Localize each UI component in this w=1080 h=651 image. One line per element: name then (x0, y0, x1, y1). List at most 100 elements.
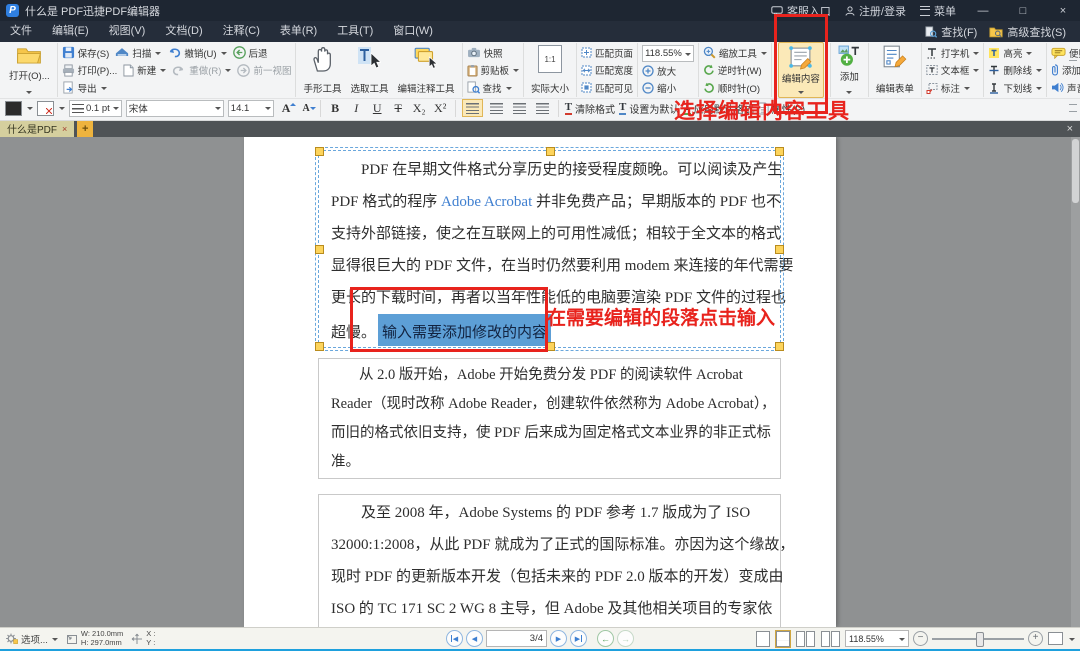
fullscreen-button[interactable] (1047, 631, 1064, 646)
maximize-button[interactable]: □ (1010, 5, 1036, 17)
paragraph-block[interactable]: 及至 2008 年，Adobe Systems 的 PDF 参考 1.7 版成为… (318, 494, 781, 627)
previous-view-button[interactable]: ← (597, 630, 614, 647)
export-button[interactable]: 导出 (62, 80, 107, 95)
menu-comment[interactable]: 注释(C) (213, 21, 270, 42)
next-page-button[interactable]: ▶ (550, 630, 567, 647)
options-button[interactable]: 选项... (5, 632, 58, 646)
select-tool-button[interactable]: 选取工具 (347, 43, 391, 97)
menu-window[interactable]: 窗口(W) (383, 21, 443, 42)
sound-button[interactable]: 声音 (1051, 80, 1080, 95)
zoom-out-minus-button[interactable]: − (913, 631, 928, 646)
print-button[interactable]: 打印(P)... (62, 63, 118, 78)
align-justify-button[interactable] (533, 100, 552, 116)
login-button[interactable]: 注册/登录 (845, 3, 906, 19)
redo-button[interactable]: 重做(R) (172, 63, 231, 78)
selection-handle[interactable] (775, 342, 784, 351)
add-button[interactable]: 添加 (835, 43, 864, 97)
underline-button[interactable]: U (369, 99, 386, 117)
hand-tool-button[interactable]: 手形工具 (300, 43, 344, 97)
zoom-in-button[interactable]: 放大 (642, 64, 694, 79)
tabbar-close-button[interactable]: × (1060, 120, 1080, 137)
fit-page-button[interactable]: 匹配页面 (581, 45, 633, 60)
hyperlink-text[interactable]: Adobe Acrobat (441, 194, 532, 210)
find-tool-button[interactable]: 查找 (467, 80, 520, 95)
menu-tools[interactable]: 工具(T) (327, 21, 383, 42)
italic-button[interactable]: I (348, 99, 365, 117)
two-page-mode-button[interactable] (795, 630, 816, 648)
subscript-button[interactable]: X₂ (411, 99, 428, 117)
undo-button[interactable]: 撤销(U) (167, 45, 226, 60)
highlight-button[interactable]: 高亮 (988, 45, 1042, 60)
align-right-button[interactable] (510, 100, 529, 116)
menu-document[interactable]: 文档(D) (155, 21, 212, 42)
new-button[interactable]: 新建 (123, 63, 166, 78)
scan-button[interactable]: 扫描 (115, 45, 161, 60)
strikethrough-button[interactable]: T (390, 99, 407, 117)
zoom-level-select[interactable]: 118.55% (642, 45, 694, 62)
sticky-note-button[interactable]: 便贴 (1051, 45, 1080, 60)
find-button[interactable]: 查找(F) (925, 24, 977, 40)
document-tab[interactable]: 什么是PDF × (0, 120, 74, 137)
next-view-button[interactable]: → (617, 630, 634, 647)
continuous-mode-button[interactable] (775, 630, 791, 648)
close-button[interactable]: × (1050, 5, 1076, 17)
edit-annotation-tool-button[interactable]: 编辑注释工具 (395, 43, 458, 97)
menu-form[interactable]: 表单(R) (270, 21, 327, 42)
stroke-color-swatch[interactable] (37, 101, 54, 116)
single-page-mode-button[interactable] (755, 630, 771, 648)
zoom-in-plus-button[interactable]: + (1028, 631, 1043, 646)
callout-button[interactable]: 标注 (926, 80, 980, 95)
selection-handle[interactable] (315, 147, 324, 156)
selection-handle[interactable] (315, 245, 324, 254)
edit-content-button[interactable]: 编辑内容 (778, 42, 824, 98)
underline-button[interactable]: 下划线 (988, 80, 1042, 95)
selection-handle[interactable] (315, 342, 324, 351)
minimize-button[interactable]: — (970, 5, 996, 17)
set-default-button[interactable]: T设置为默认 (619, 101, 679, 116)
rotate-ccw-button[interactable]: 逆时针(W) (703, 63, 767, 78)
zoom-out-button[interactable]: 缩小 (642, 80, 694, 95)
previous-page-button[interactable]: ◀ (466, 630, 483, 647)
menu-view[interactable]: 视图(V) (99, 21, 156, 42)
clear-format-button[interactable]: T清除格式 (565, 101, 615, 116)
zoom-tool-button[interactable]: 缩放工具 (703, 45, 767, 60)
selection-handle[interactable] (546, 147, 555, 156)
menu-edit[interactable]: 编辑(E) (42, 21, 99, 42)
scrollbar-thumb[interactable] (1072, 139, 1079, 203)
advanced-find-button[interactable]: 高级查找(S) (989, 24, 1066, 40)
align-left-button[interactable] (462, 99, 483, 117)
first-page-button[interactable]: ◀ (446, 630, 463, 647)
selection-handle[interactable] (775, 147, 784, 156)
actual-size-button[interactable]: 1:1 实际大小 (528, 43, 572, 97)
fit-width-button[interactable]: 匹配宽度 (581, 63, 633, 78)
menu-button[interactable]: 菜单 (920, 3, 956, 19)
increase-font-button[interactable]: A (278, 101, 295, 116)
fit-visible-button[interactable]: 匹配可见 (581, 80, 633, 95)
zoom-slider-thumb[interactable] (976, 632, 984, 647)
strikeout-button[interactable]: 删除线 (988, 63, 1042, 78)
statusbar-zoom-select[interactable]: 118.55% (845, 630, 909, 647)
align-center-button[interactable] (487, 100, 506, 116)
textbox-button[interactable]: 文本框 (926, 63, 980, 78)
font-size-select[interactable]: 14.1 (228, 100, 274, 117)
snapshot-button[interactable]: 快照 (467, 45, 520, 60)
formatbar-overflow-icon[interactable] (1069, 104, 1077, 112)
clipboard-button[interactable]: 剪贴板 (467, 63, 520, 78)
menu-file[interactable]: 文件 (0, 21, 42, 42)
back-button[interactable]: 后退 (233, 45, 268, 60)
open-button[interactable]: 打开(O)... (6, 43, 53, 97)
decrease-font-button[interactable]: A (298, 103, 313, 114)
service-entry-button[interactable]: 客服入口 (771, 3, 831, 19)
edit-form-button[interactable]: 编辑表单 (873, 43, 917, 97)
zoom-slider[interactable] (932, 632, 1024, 645)
new-tab-button[interactable]: + (77, 121, 93, 137)
selection-handle[interactable] (775, 245, 784, 254)
vertical-scrollbar[interactable] (1071, 137, 1080, 627)
typewriter-button[interactable]: 打字机 (926, 45, 980, 60)
prev-view-button[interactable]: 前一视图 (237, 63, 291, 78)
rotate-cw-button[interactable]: 顺时针(O) (703, 80, 767, 95)
toolbar-overflow-icon[interactable] (1069, 60, 1077, 68)
two-page-continuous-mode-button[interactable] (820, 630, 841, 648)
tab-close-icon[interactable]: × (62, 124, 67, 134)
last-page-button[interactable]: ▶ (570, 630, 587, 647)
